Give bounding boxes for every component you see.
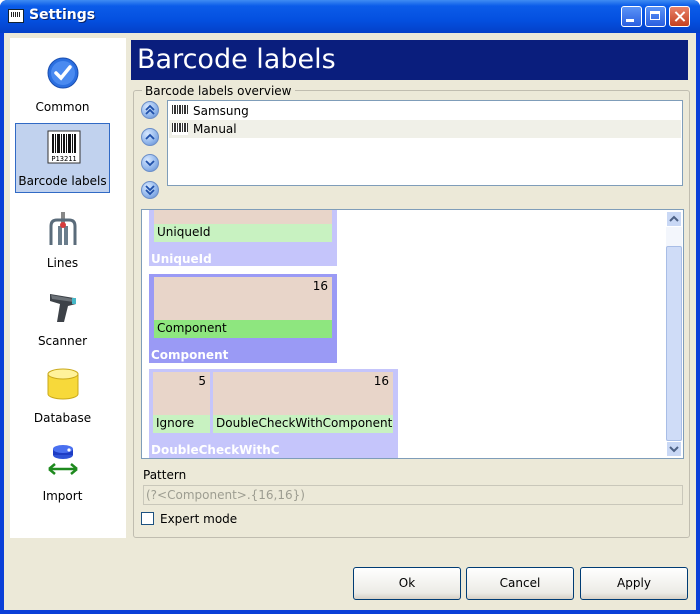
cell-label: Ignore — [153, 415, 210, 433]
app-icon — [8, 9, 24, 23]
segment-label: DoubleCheckWithC — [151, 443, 280, 457]
cancel-button[interactable]: Cancel — [466, 567, 574, 600]
sidebar-item-label: Common — [35, 100, 90, 114]
pattern-label: Pattern — [143, 468, 187, 482]
close-button[interactable] — [669, 6, 690, 27]
segment-cell[interactable]: 16 Component — [154, 277, 332, 338]
sidebar-item-common[interactable]: Common — [15, 50, 110, 120]
cell-length: 5 — [198, 374, 206, 388]
double-chevron-up-icon — [145, 104, 155, 115]
window-title: Settings — [29, 7, 96, 23]
ok-button[interactable]: Ok — [353, 567, 461, 600]
segment-label: UniqueId — [151, 252, 212, 266]
chevron-down-icon — [145, 160, 155, 167]
lines-icon — [49, 212, 77, 245]
cell-label: UniqueId — [154, 224, 332, 242]
settings-window: Settings Common P13211 Barcode labels Li… — [0, 0, 700, 614]
sidebar-item-label: Barcode labels — [18, 174, 107, 188]
vertical-scrollbar[interactable] — [666, 211, 682, 457]
chevron-up-icon — [669, 215, 679, 222]
barcode-labels-list[interactable]: Samsung Manual — [167, 100, 683, 186]
page-title: Barcode labels — [131, 40, 688, 80]
barcode-icon — [172, 105, 188, 117]
cell-length-area — [154, 210, 332, 224]
cell-label: DoubleCheckWithComponent — [213, 415, 393, 433]
barcode-icon: P13211 — [47, 130, 81, 164]
cell-length: 16 — [373, 374, 389, 388]
move-up-button[interactable] — [141, 128, 159, 146]
chevron-up-icon — [145, 133, 155, 140]
minimize-button[interactable] — [621, 6, 642, 27]
move-top-button[interactable] — [141, 101, 159, 119]
segment-cell[interactable]: UniqueId — [154, 210, 332, 242]
cell-length-area: 16 — [213, 372, 393, 415]
sidebar-item-label: Database — [33, 411, 92, 425]
chevron-down-icon — [669, 446, 679, 453]
sidebar-item-database[interactable]: Database — [15, 361, 110, 431]
sidebar-item-label: Scanner — [37, 334, 88, 348]
sidebar-item-barcode-labels[interactable]: P13211 Barcode labels — [15, 123, 110, 193]
list-item[interactable]: Manual — [169, 120, 681, 138]
database-icon — [47, 368, 79, 400]
list-item-label: Samsung — [193, 104, 249, 118]
list-item-label: Manual — [193, 122, 237, 136]
segment-uniqueid[interactable]: UniqueId UniqueId — [149, 210, 337, 266]
double-chevron-down-icon — [145, 185, 155, 196]
overview-group-label: Barcode labels overview — [142, 84, 295, 98]
sidebar-nav: Common P13211 Barcode labels Lines Scann… — [10, 38, 126, 538]
sidebar-item-import[interactable]: Import — [15, 439, 110, 509]
title-bar[interactable]: Settings — [0, 0, 700, 33]
scroll-down-arrow[interactable] — [666, 441, 682, 457]
scroll-up-arrow[interactable] — [666, 211, 682, 227]
scanner-icon — [50, 294, 76, 322]
segment-label: Component — [151, 348, 229, 362]
move-down-button[interactable] — [141, 154, 159, 172]
move-bottom-button[interactable] — [141, 181, 159, 199]
client-area: Common P13211 Barcode labels Lines Scann… — [4, 33, 696, 610]
sidebar-item-scanner[interactable]: Scanner — [15, 284, 110, 354]
cell-length: 16 — [312, 279, 328, 293]
sidebar-item-label: Lines — [46, 256, 79, 270]
barcode-icon-text: P13211 — [51, 155, 76, 163]
check-circle-icon — [47, 57, 79, 89]
segment-component[interactable]: 16 Component Component — [149, 274, 337, 363]
maximize-button[interactable] — [645, 6, 666, 27]
segment-cell[interactable]: 5 Ignore — [153, 372, 210, 433]
list-item[interactable]: Samsung — [169, 102, 681, 120]
pattern-field[interactable]: (?<Component>.{16,16}) — [143, 485, 683, 505]
scroll-thumb[interactable] — [666, 246, 682, 441]
barcode-icon — [172, 123, 188, 135]
cell-length-area: 16 — [154, 277, 332, 320]
segment-doublecheck[interactable]: 5 Ignore 16 DoubleCheckWithComponent Dou… — [149, 369, 398, 458]
apply-button[interactable]: Apply — [580, 567, 688, 600]
import-icon — [48, 445, 78, 475]
segment-cell[interactable]: 16 DoubleCheckWithComponent — [213, 372, 393, 433]
sidebar-item-lines[interactable]: Lines — [15, 206, 110, 276]
cell-label: Component — [154, 320, 332, 338]
sidebar-item-label: Import — [42, 489, 83, 503]
segment-canvas[interactable]: UniqueId UniqueId 16 Component Component — [141, 209, 684, 459]
expert-mode-label[interactable]: Expert mode — [160, 512, 237, 526]
expert-mode-checkbox[interactable] — [141, 512, 154, 525]
cell-length-area: 5 — [153, 372, 210, 415]
